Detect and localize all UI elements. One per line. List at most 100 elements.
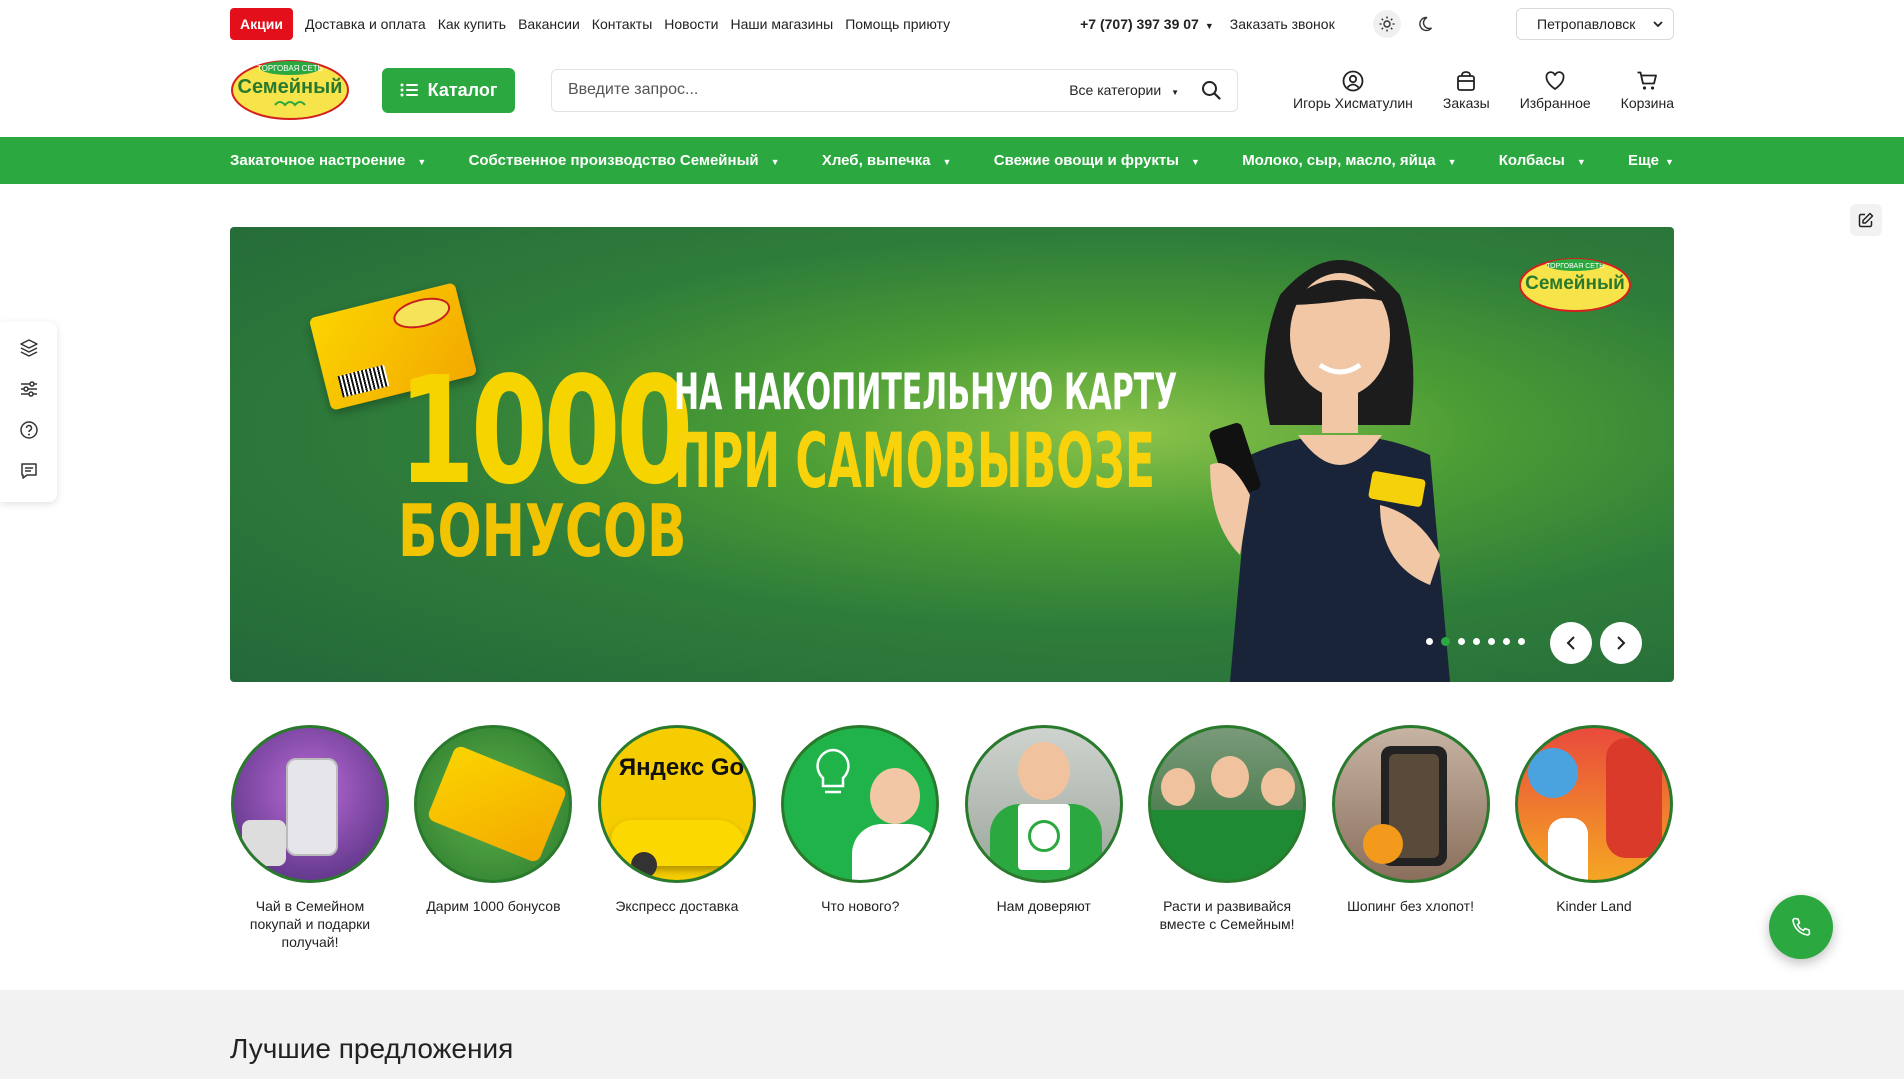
nav-item[interactable]: Хлеб, выпечка ▼ — [822, 152, 952, 169]
edit-icon — [1858, 212, 1874, 228]
banner-line-1: НА НАКОПИТЕЛЬНУЮ КАРТУ — [674, 363, 1178, 421]
favorites-button[interactable]: Избранное — [1520, 70, 1591, 111]
category-nav: Закаточное настроение ▼ Собственное произ… — [0, 137, 1904, 184]
story-label: Дарим 1000 бонусов — [426, 898, 561, 914]
story-label: Нам доверяют — [996, 898, 1091, 914]
story-image — [781, 725, 940, 883]
nav-item[interactable]: Собственное производство Семейный ▼ — [469, 152, 780, 169]
logo-subtitle: ТОРГОВАЯ СЕТЬ — [257, 64, 323, 73]
caret-down-icon: ▼ — [770, 157, 780, 167]
story-item[interactable]: Дарим 1000 бонусов — [413, 725, 573, 951]
caret-down-icon: ▼ — [1447, 157, 1457, 167]
logo-title: Семейный — [238, 76, 343, 98]
filter-sliders-icon[interactable] — [19, 379, 39, 404]
top-bar: Акции Доставка и оплата Как купить Вакан… — [230, 8, 1674, 40]
favorites-label: Избранное — [1519, 94, 1591, 111]
story-image: Яндекс Go — [597, 725, 756, 883]
slider-next-button[interactable] — [1600, 622, 1642, 664]
header-actions: Игорь Хисматулин Заказы Избранное Корзин… — [1293, 70, 1674, 111]
nav-label: Молоко, сыр, масло, яйца — [1242, 152, 1436, 169]
chevron-right-icon — [1617, 636, 1626, 650]
side-toolbar — [0, 322, 57, 502]
theme-switch — [1372, 10, 1439, 38]
help-icon[interactable] — [19, 420, 39, 445]
story-item[interactable]: Яндекс Go Экспресс доставка — [597, 725, 757, 951]
caret-down-icon: ▼ — [1171, 88, 1179, 97]
story-item[interactable]: Нам доверяют — [964, 725, 1124, 951]
orders-button[interactable]: Заказы — [1443, 70, 1490, 111]
callback-link[interactable]: Заказать звонок — [1230, 16, 1335, 32]
nav-label: Хлеб, выпечка — [821, 152, 931, 169]
woman-with-phone-image — [1209, 260, 1450, 682]
logo[interactable]: ТОРГОВАЯ СЕТЬ Семейный — [230, 59, 350, 121]
story-image — [1331, 725, 1490, 883]
story-item[interactable]: Чай в Семейном покупай и подарки получай… — [230, 725, 390, 951]
search-icon[interactable] — [1201, 80, 1221, 100]
phone-dropdown[interactable]: +7 (707) 397 39 07 ▼ — [1080, 16, 1214, 32]
nav-item[interactable]: Свежие овощи и фрукты ▼ — [994, 152, 1200, 169]
nav-label: Еще — [1628, 152, 1660, 169]
slider-dots — [1426, 637, 1525, 646]
story-label: Экспресс доставка — [615, 898, 739, 914]
caret-down-icon: ▼ — [942, 157, 952, 167]
call-fab-button[interactable] — [1769, 895, 1833, 959]
slider-dot[interactable] — [1473, 638, 1480, 645]
link-delivery[interactable]: Доставка и оплата — [305, 16, 426, 32]
nav-item-more[interactable]: Еще ▼ — [1628, 152, 1674, 169]
story-item[interactable]: Шопинг без хлопот! — [1331, 725, 1491, 951]
promo-link[interactable]: Акции — [230, 8, 293, 40]
story-image — [231, 725, 389, 883]
catalog-label: Каталог — [427, 79, 498, 100]
story-item[interactable]: Расти и развивайся вместе с Семейным! — [1147, 725, 1307, 951]
story-item[interactable]: Kinder Land — [1514, 725, 1674, 951]
nav-label: Колбасы — [1498, 152, 1565, 169]
link-news[interactable]: Новости — [664, 16, 718, 32]
slider-dot-active[interactable] — [1441, 637, 1450, 646]
layers-icon[interactable] — [19, 338, 39, 363]
story-image — [1514, 725, 1673, 883]
link-how-to-buy[interactable]: Как купить — [438, 16, 506, 32]
stories-row: Чай в Семейном покупай и подарки получай… — [230, 725, 1674, 951]
search-category-dropdown[interactable]: Все категории ▼ — [1069, 82, 1179, 98]
nav-item[interactable]: Колбасы ▼ — [1499, 152, 1586, 169]
caret-down-icon: ▼ — [1204, 21, 1214, 31]
edit-page-button[interactable] — [1850, 204, 1882, 236]
moon-icon[interactable] — [1411, 10, 1439, 38]
slider-dot[interactable] — [1426, 638, 1433, 645]
slider-prev-button[interactable] — [1550, 622, 1592, 664]
nav-label: Закаточное настроение — [230, 152, 406, 169]
banner-number: 1000 — [398, 345, 693, 517]
link-vacancies[interactable]: Вакансии — [518, 16, 580, 32]
search-bar: Введите запрос... Все категории ▼ — [551, 68, 1238, 112]
sun-icon[interactable] — [1372, 10, 1401, 38]
story-image — [1148, 725, 1307, 883]
city-value: Петропавловск — [1537, 16, 1636, 32]
story-item[interactable]: Что нового? — [780, 725, 940, 951]
link-shelter-help[interactable]: Помощь приюту — [845, 16, 950, 32]
yandex-go-badge: Яндекс Go — [618, 754, 745, 781]
link-contacts[interactable]: Контакты — [592, 16, 652, 32]
bag-icon — [1457, 70, 1476, 91]
banner-bonus-text: БОНУСОВ — [398, 489, 687, 573]
top-links: Доставка и оплата Как купить Вакансии Ко… — [305, 16, 950, 32]
account-button[interactable]: Игорь Хисматулин — [1293, 70, 1413, 111]
story-image — [964, 725, 1123, 883]
banner-line-2: ПРИ САМОВЫВОЗЕ — [674, 416, 1156, 505]
caret-down-icon: ▼ — [417, 157, 427, 167]
chevron-left-icon — [1566, 636, 1575, 650]
cart-button[interactable]: Корзина — [1621, 70, 1674, 111]
search-input[interactable]: Введите запрос... — [568, 81, 1069, 99]
cart-label: Корзина — [1620, 94, 1674, 111]
cart-icon — [1637, 71, 1658, 90]
link-stores[interactable]: Наши магазины — [730, 16, 833, 32]
hero-banner[interactable]: 1000 БОНУСОВ НА НАКОПИТЕЛЬНУЮ КАРТУ ПРИ … — [230, 227, 1674, 682]
slider-dot[interactable] — [1503, 638, 1510, 645]
catalog-button[interactable]: Каталог — [382, 67, 515, 113]
city-select[interactable]: Петропавловск — [1516, 8, 1674, 40]
nav-item[interactable]: Молоко, сыр, масло, яйца ▼ — [1242, 152, 1456, 169]
nav-item[interactable]: Закаточное настроение ▼ — [230, 152, 426, 169]
chat-icon[interactable] — [19, 461, 39, 486]
slider-dot[interactable] — [1518, 638, 1525, 645]
slider-dot[interactable] — [1458, 638, 1465, 645]
slider-dot[interactable] — [1488, 638, 1495, 645]
